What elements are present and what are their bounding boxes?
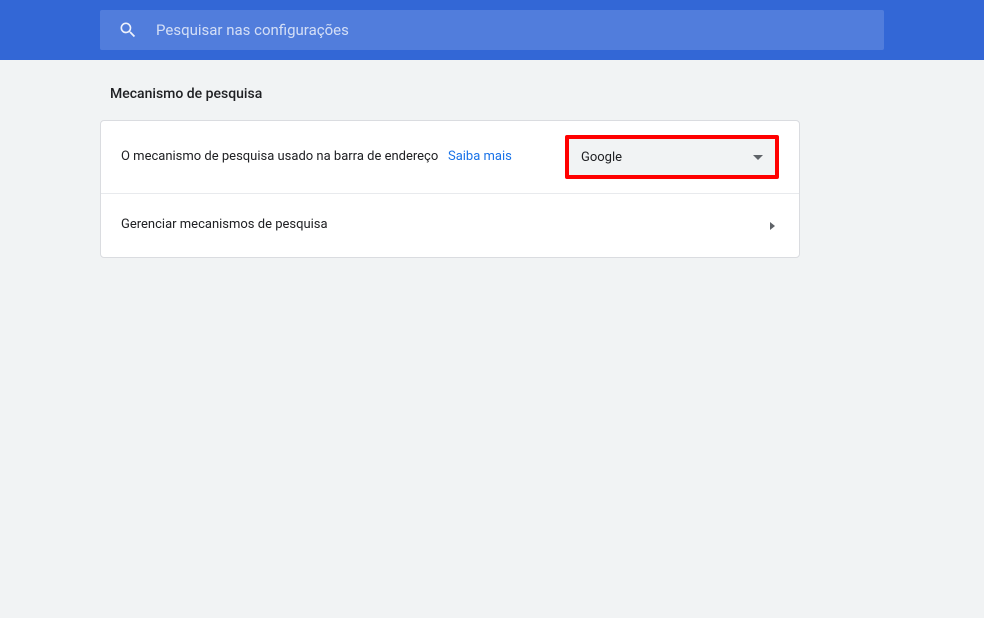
select-value: Google (581, 150, 622, 165)
row-label-text: O mecanismo de pesquisa usado na barra d… (121, 149, 438, 164)
highlight-box: Google (565, 135, 779, 179)
search-container[interactable] (100, 10, 884, 50)
manage-search-engines-row[interactable]: Gerenciar mecanismos de pesquisa (101, 193, 799, 257)
manage-search-engines-label: Gerenciar mecanismos de pesquisa (121, 216, 328, 234)
search-engine-card: O mecanismo de pesquisa usado na barra d… (100, 120, 800, 258)
settings-content: Mecanismo de pesquisa O mecanismo de pes… (0, 60, 900, 284)
section-title: Mecanismo de pesquisa (100, 86, 800, 102)
search-icon (118, 20, 138, 40)
learn-more-link[interactable]: Saiba mais (448, 149, 512, 164)
chevron-right-icon (770, 222, 775, 230)
search-input[interactable] (156, 21, 866, 39)
default-search-engine-row: O mecanismo de pesquisa usado na barra d… (101, 121, 799, 193)
chevron-down-icon (753, 155, 763, 160)
search-engine-select[interactable]: Google (569, 139, 775, 175)
settings-header (0, 0, 984, 60)
default-search-engine-label: O mecanismo de pesquisa usado na barra d… (121, 148, 512, 166)
